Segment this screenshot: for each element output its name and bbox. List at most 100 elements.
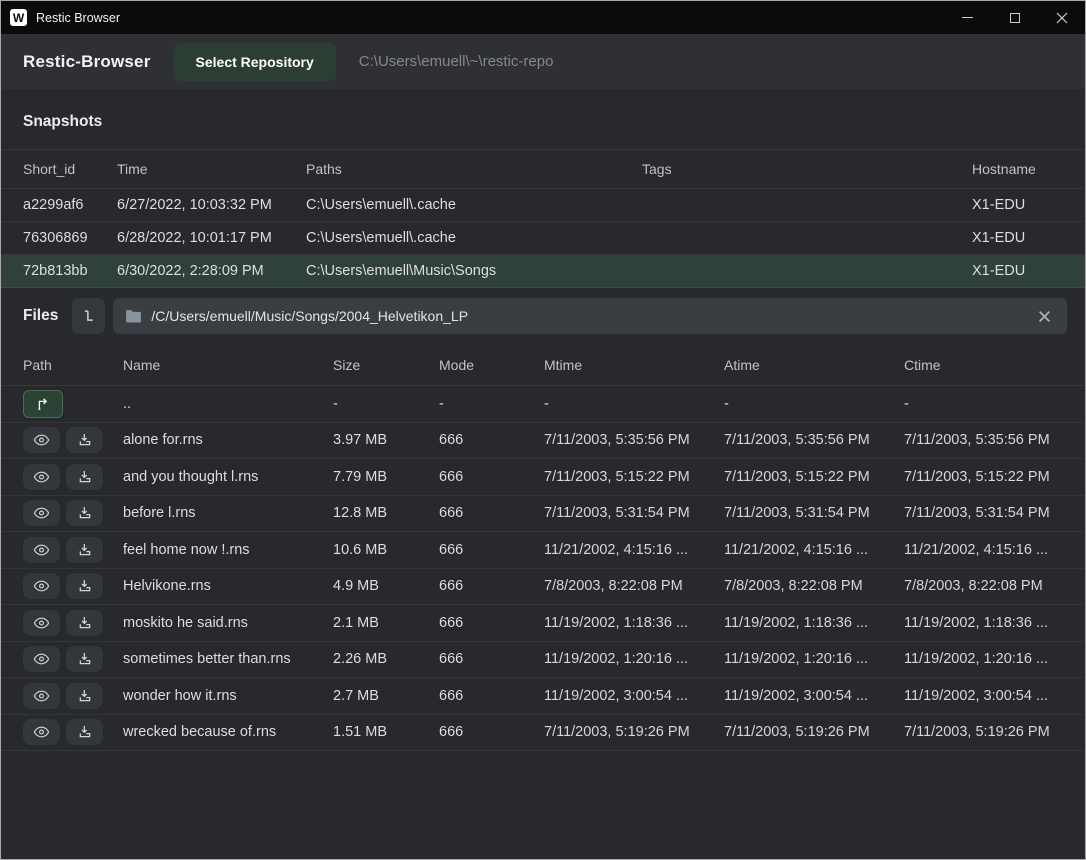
snapshot-paths: C:\Users\emuell\.cache: [306, 197, 642, 213]
preview-file-button[interactable]: [23, 683, 60, 709]
file-mode: 666: [439, 578, 544, 594]
download-file-button[interactable]: [66, 646, 103, 672]
preview-file-button[interactable]: [23, 537, 60, 563]
file-ctime: 11/19/2002, 3:00:54 ...: [904, 688, 1063, 704]
file-name: and you thought l.rns: [123, 469, 333, 485]
close-icon: [1056, 12, 1068, 24]
eye-icon: [33, 689, 50, 703]
eye-icon: [33, 652, 50, 666]
file-row: moskito he said.rns 2.1 MB 666 11/19/200…: [1, 605, 1085, 642]
snapshot-row[interactable]: 72b813bb 6/30/2022, 2:28:09 PM C:\Users\…: [1, 255, 1085, 288]
file-mode: 666: [439, 651, 544, 667]
download-file-button[interactable]: [66, 719, 103, 745]
column-short-id: Short_id: [23, 161, 117, 177]
preview-file-button[interactable]: [23, 646, 60, 672]
file-size: 4.9 MB: [333, 578, 439, 594]
download-file-button[interactable]: [66, 427, 103, 453]
maximize-icon: [1010, 13, 1020, 23]
snapshot-time: 6/28/2022, 10:01:17 PM: [117, 230, 306, 246]
snapshot-time: 6/27/2022, 10:03:32 PM: [117, 197, 306, 213]
clear-path-icon: [1038, 310, 1051, 323]
files-table-body: alone for.rns 3.97 MB 666 7/11/2003, 5:3…: [1, 423, 1085, 752]
close-button[interactable]: [1038, 1, 1085, 34]
preview-file-button[interactable]: [23, 464, 60, 490]
file-ctime: 11/19/2002, 1:20:16 ...: [904, 651, 1063, 667]
parent-name: ..: [123, 396, 333, 412]
app-title: Restic-Browser: [23, 52, 151, 72]
download-file-button[interactable]: [66, 537, 103, 563]
window-controls: [944, 1, 1085, 34]
file-atime: 11/19/2002, 3:00:54 ...: [724, 688, 904, 704]
column-tags: Tags: [642, 161, 972, 177]
preview-file-button[interactable]: [23, 719, 60, 745]
repository-path: C:\Users\emuell\~\restic-repo: [359, 53, 554, 70]
file-row: sometimes better than.rns 2.26 MB 666 11…: [1, 642, 1085, 679]
snapshot-row[interactable]: a2299af6 6/27/2022, 10:03:32 PM C:\Users…: [1, 189, 1085, 222]
eye-icon: [33, 506, 50, 520]
snapshot-hostname: X1-EDU: [972, 230, 1063, 246]
logo-letter: W: [13, 12, 24, 24]
file-size: 12.8 MB: [333, 505, 439, 521]
file-size: 2.26 MB: [333, 651, 439, 667]
file-mode: 666: [439, 542, 544, 558]
snapshot-hostname: X1-EDU: [972, 197, 1063, 213]
download-file-button[interactable]: [66, 683, 103, 709]
file-atime: 7/8/2003, 8:22:08 PM: [724, 578, 904, 594]
snapshots-heading: Snapshots: [1, 89, 1085, 149]
preview-file-button[interactable]: [23, 610, 60, 636]
download-icon: [77, 578, 93, 594]
file-row: Helvikone.rns 4.9 MB 666 7/8/2003, 8:22:…: [1, 569, 1085, 606]
files-heading: Files: [23, 307, 58, 325]
preview-file-button[interactable]: [23, 573, 60, 599]
file-atime: 11/19/2002, 1:20:16 ...: [724, 651, 904, 667]
file-atime: 11/19/2002, 1:18:36 ...: [724, 615, 904, 631]
minimize-button[interactable]: [944, 1, 991, 34]
clear-path-button[interactable]: [1034, 306, 1055, 327]
eye-icon: [33, 433, 50, 447]
file-mtime: 7/11/2003, 5:31:54 PM: [544, 505, 724, 521]
file-ctime: 11/21/2002, 4:15:16 ...: [904, 542, 1063, 558]
file-row: wrecked because of.rns 1.51 MB 666 7/11/…: [1, 715, 1085, 752]
maximize-button[interactable]: [991, 1, 1038, 34]
parent-directory-row: .. - - - - -: [1, 386, 1085, 423]
current-path-bar[interactable]: /C/Users/emuell/Music/Songs/2004_Helveti…: [113, 298, 1067, 334]
download-icon: [77, 542, 93, 558]
file-mtime: 11/19/2002, 1:18:36 ...: [544, 615, 724, 631]
eye-icon: [33, 725, 50, 739]
file-name: alone for.rns: [123, 432, 333, 448]
preview-file-button[interactable]: [23, 500, 60, 526]
file-name: Helvikone.rns: [123, 578, 333, 594]
column-mtime: Mtime: [544, 357, 724, 373]
column-ctime: Ctime: [904, 357, 1063, 373]
download-icon: [77, 724, 93, 740]
download-icon: [77, 615, 93, 631]
column-path: Path: [23, 357, 123, 373]
eye-icon: [33, 579, 50, 593]
up-directory-button[interactable]: [23, 390, 63, 418]
file-atime: 7/11/2003, 5:35:56 PM: [724, 432, 904, 448]
wails-logo: W: [10, 9, 27, 26]
download-file-button[interactable]: [66, 610, 103, 636]
file-name: sometimes better than.rns: [123, 651, 333, 667]
column-name: Name: [123, 357, 333, 373]
download-file-button[interactable]: [66, 573, 103, 599]
snapshot-row[interactable]: 76306869 6/28/2022, 10:01:17 PM C:\Users…: [1, 222, 1085, 255]
preview-file-button[interactable]: [23, 427, 60, 453]
file-size: 2.7 MB: [333, 688, 439, 704]
snapshot-short-id: 72b813bb: [23, 263, 117, 279]
snapshot-short-id: a2299af6: [23, 197, 117, 213]
parent-atime: -: [724, 396, 904, 412]
file-name: moskito he said.rns: [123, 615, 333, 631]
download-file-button[interactable]: [66, 500, 103, 526]
column-atime: Atime: [724, 357, 904, 373]
download-icon: [77, 651, 93, 667]
titlebar: W Restic Browser: [1, 1, 1085, 34]
eye-icon: [33, 616, 50, 630]
column-size: Size: [333, 357, 439, 373]
titlebar-app-identity: W Restic Browser: [1, 9, 120, 26]
select-repository-button[interactable]: Select Repository: [174, 43, 336, 81]
tree-toggle-button[interactable]: [72, 298, 105, 334]
file-atime: 7/11/2003, 5:31:54 PM: [724, 505, 904, 521]
file-row: and you thought l.rns 7.79 MB 666 7/11/2…: [1, 459, 1085, 496]
download-file-button[interactable]: [66, 464, 103, 490]
